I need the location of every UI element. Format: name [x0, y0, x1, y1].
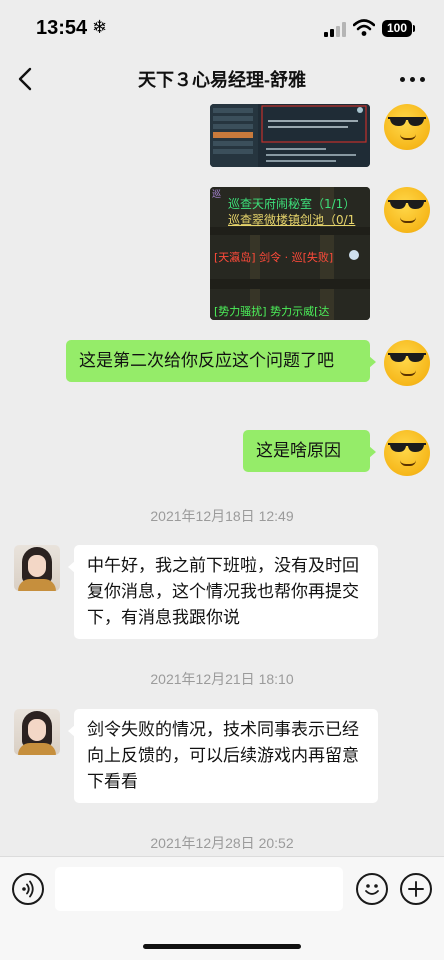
image-text-line-1: 巡查天府闹秘室（1/1）: [228, 197, 356, 211]
battery-tip: [413, 25, 415, 32]
image-message[interactable]: [210, 104, 370, 167]
image-text-line-3: [天瀛岛] 剑令 · 巡[失败]: [214, 251, 334, 264]
emoji-icon[interactable]: [356, 873, 388, 905]
my-avatar[interactable]: [384, 187, 430, 233]
status-time: 13:54: [36, 17, 88, 39]
my-avatar[interactable]: [384, 430, 430, 476]
status-bar: 13:54 ❄ 100: [0, 0, 444, 56]
message-list[interactable]: 巡 巡查天府闹秘室（1/1） 巡查翠微楼镇剑池（0/1 [天瀛岛] 剑令 · 巡…: [0, 104, 444, 856]
contact-avatar[interactable]: [14, 709, 60, 755]
home-indicator: [143, 944, 301, 949]
plus-icon[interactable]: [400, 873, 432, 905]
svg-text:巡: 巡: [212, 189, 221, 200]
chat-header: 天下３心易经理-舒雅: [0, 56, 444, 104]
voice-icon[interactable]: [12, 873, 44, 905]
message-input[interactable]: [55, 867, 343, 911]
message-timestamp: 2021年12月28日 20:52: [150, 835, 294, 851]
incoming-message[interactable]: 中午好，我之前下班啦，没有及时回复你消息，这个情况我也帮你再提交下，有消息我跟你…: [68, 545, 378, 639]
outgoing-message[interactable]: 这是第二次给你反应这个问题了吧: [66, 340, 376, 382]
chat-title: 天下３心易经理-舒雅: [138, 70, 306, 90]
back-arrow-icon[interactable]: [12, 64, 42, 94]
game-screenshot-thumbnail: [210, 104, 370, 167]
message-timestamp: 2021年12月21日 18:10: [150, 671, 294, 687]
image-text-line-4: [势力骚扰] 势力示威[达: [214, 305, 330, 318]
cellular-signal-icon: [324, 22, 346, 37]
image-message[interactable]: 巡 巡查天府闹秘室（1/1） 巡查翠微楼镇剑池（0/1 [天瀛岛] 剑令 · 巡…: [210, 187, 370, 320]
incoming-message[interactable]: 剑令失败的情况，技术同事表示已经向上反馈的，可以后续游戏内再留意下看看: [68, 709, 378, 803]
my-avatar[interactable]: [384, 340, 430, 386]
sunglasses-icon: [388, 443, 426, 452]
image-text-line-2: 巡查翠微楼镇剑池（0/1: [228, 213, 356, 227]
sunglasses-icon: [388, 117, 426, 126]
sunglasses-icon: [388, 200, 426, 209]
contact-avatar[interactable]: [14, 545, 60, 591]
message-timestamp: 2021年12月18日 12:49: [150, 508, 294, 524]
battery-icon: 100: [382, 20, 412, 37]
sunglasses-icon: [388, 353, 426, 362]
snowflake-icon: ❄: [92, 17, 108, 38]
outgoing-message[interactable]: 这是啥原因: [243, 430, 376, 472]
my-avatar[interactable]: [384, 104, 430, 150]
more-icon[interactable]: [400, 74, 426, 84]
wifi-icon: [353, 19, 375, 36]
